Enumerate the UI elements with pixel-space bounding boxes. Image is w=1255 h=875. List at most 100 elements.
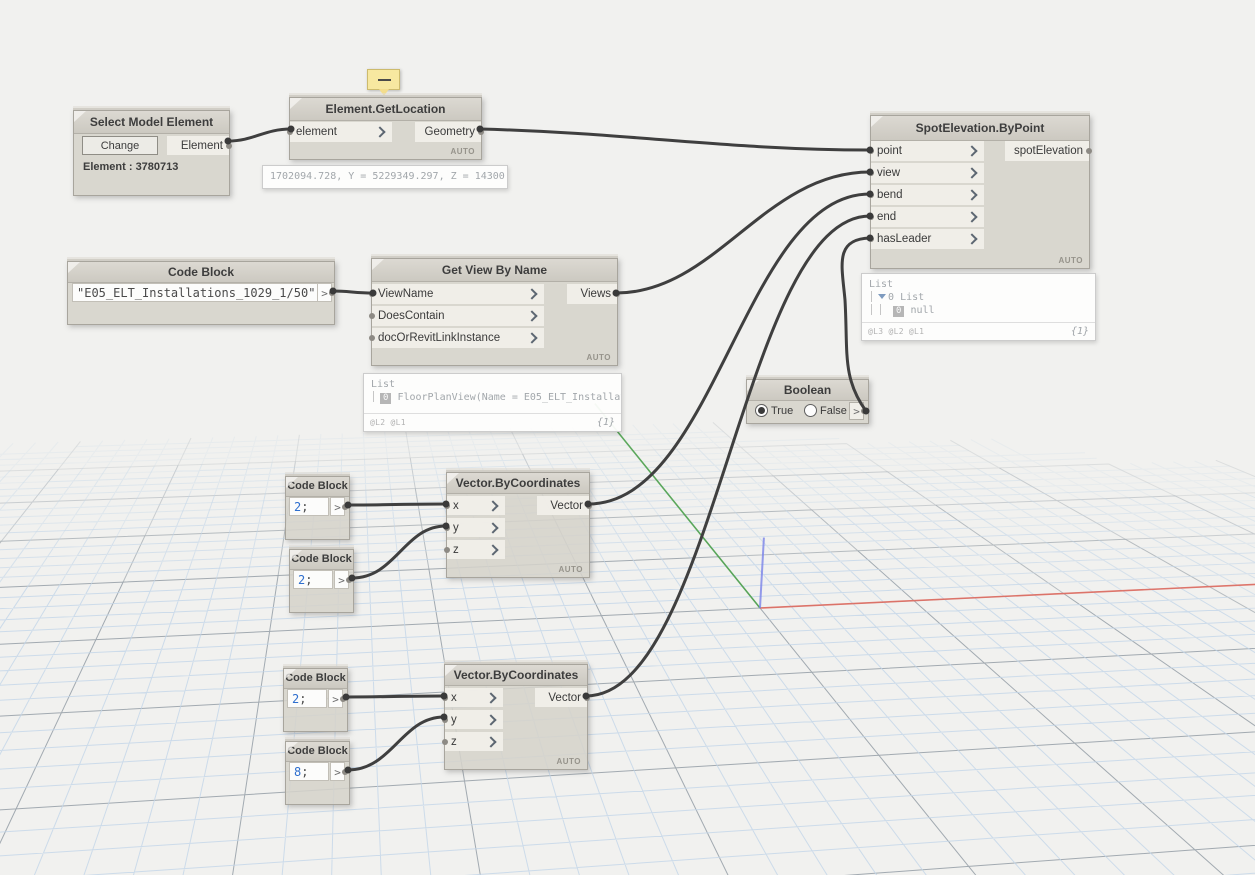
node-title[interactable]: Code Block <box>286 477 349 497</box>
code-input-field[interactable]: "E05_ELT_Installations_1029_1/50"; <box>72 283 318 302</box>
index-badge: 0 <box>893 306 905 317</box>
node-boolean[interactable]: Boolean True False > <box>746 379 869 424</box>
chevron-right-icon <box>487 521 499 534</box>
preview-tree: List 0 FloorPlanView(Name = E05_ELT_Insta… <box>371 379 621 404</box>
node-code-block-viewname[interactable]: Code Block "E05_ELT_Installations_1029_1… <box>67 261 335 325</box>
code-input-field[interactable]: 2; <box>293 570 333 589</box>
input-port-element[interactable]: element <box>287 122 392 142</box>
lacing-label[interactable]: AUTO <box>450 147 475 156</box>
node-title[interactable]: Vector.ByCoordinates <box>447 473 589 494</box>
chevron-right-icon <box>966 211 978 223</box>
radio-true[interactable]: True <box>755 404 793 417</box>
node-title[interactable]: Vector.ByCoordinates <box>445 665 587 686</box>
node-spotelevation-bypoint[interactable]: SpotElevation.ByPoint point view bend en… <box>868 115 1092 269</box>
index-badge: 0 <box>380 393 392 404</box>
output-port-code[interactable]: > <box>334 570 352 589</box>
output-port-code[interactable]: > <box>330 497 348 516</box>
input-port-y[interactable]: y <box>442 710 503 729</box>
tree-pin-icon <box>880 304 881 315</box>
input-port-z[interactable]: z <box>444 540 505 559</box>
warning-note-bubble[interactable] <box>367 69 400 96</box>
canvas[interactable]: Select Model Element Change Element Elem… <box>0 0 1255 875</box>
chevron-right-icon <box>966 167 978 179</box>
lacing-label[interactable]: AUTO <box>586 353 611 362</box>
wire-geometry-to-point[interactable] <box>478 127 872 152</box>
output-port-code[interactable]: > <box>317 283 335 302</box>
tree-pin-icon <box>871 304 872 315</box>
radio-off-icon[interactable] <box>804 404 817 417</box>
tree-pin-icon <box>871 291 872 302</box>
preview-tree: List 0 List 0 null <box>869 279 935 317</box>
wire-code-x2-to-x[interactable] <box>344 694 446 699</box>
chevron-right-icon <box>485 691 497 704</box>
wire-code-y1-to-y[interactable] <box>350 524 448 580</box>
output-port-code[interactable]: > <box>330 762 348 781</box>
input-port-z[interactable]: z <box>442 732 503 751</box>
node-title[interactable]: Code Block <box>284 669 347 689</box>
node-vector-bycoordinates-2[interactable]: Vector.ByCoordinates x y z Vector AUTO <box>442 664 590 770</box>
wire-code-y2-to-y[interactable] <box>346 715 446 772</box>
input-port-y[interactable]: y <box>444 518 505 537</box>
wire-code-to-viewname[interactable] <box>331 289 375 295</box>
output-port-element[interactable]: Element <box>167 136 232 155</box>
output-port-vector[interactable]: Vector <box>535 688 590 707</box>
output-port-views[interactable]: Views <box>567 284 620 304</box>
node-title[interactable]: Get View By Name <box>372 259 617 282</box>
input-port-point[interactable]: point <box>868 141 984 161</box>
node-code-block-x1[interactable]: Code Block 2; > <box>285 476 350 540</box>
node-title[interactable]: Boolean <box>747 380 868 401</box>
wire-vector1-to-bend[interactable] <box>586 192 872 506</box>
node-code-block-y1[interactable]: Code Block 2; > <box>289 549 354 613</box>
chevron-right-icon <box>487 499 499 512</box>
count-label: {1} <box>1070 326 1089 337</box>
node-code-block-y2[interactable]: Code Block 8; > <box>285 741 350 805</box>
node-code-block-x2[interactable]: Code Block 2; > <box>283 668 348 732</box>
input-port-x[interactable]: x <box>444 496 505 515</box>
wire-vector2-to-end[interactable] <box>584 214 872 698</box>
node-title[interactable]: SpotElevation.ByPoint <box>871 116 1089 141</box>
node-title[interactable]: Select Model Element <box>74 111 229 134</box>
output-port-spotelevation[interactable]: spotElevation <box>1005 141 1092 161</box>
code-input-field[interactable]: 2; <box>289 497 329 516</box>
chevron-right-icon <box>485 735 497 748</box>
code-input-field[interactable]: 2; <box>287 689 327 708</box>
preview-bubble-getlocation[interactable]: 1702094.728, Y = 5229349.297, Z = 14300.… <box>262 165 508 189</box>
node-title[interactable]: Code Block <box>286 742 349 762</box>
node-title[interactable]: Code Block <box>68 262 334 283</box>
preview-bubble-getview[interactable]: List 0 FloorPlanView(Name = E05_ELT_Insta… <box>363 373 622 432</box>
wire-code-x1-to-x[interactable] <box>346 502 448 507</box>
input-port-doescontain[interactable]: DoesContain <box>369 306 544 326</box>
output-port-boolean[interactable]: > <box>849 402 867 420</box>
node-element-getlocation[interactable]: Element.GetLocation element Geometry AUT… <box>287 97 484 160</box>
node-get-view-by-name[interactable]: Get View By Name ViewName DoesContain do… <box>369 258 620 366</box>
lacing-label[interactable]: AUTO <box>556 757 581 766</box>
code-input-field[interactable]: 8; <box>289 762 329 781</box>
input-port-view[interactable]: view <box>868 163 984 183</box>
preview-bubble-spotelevation[interactable]: List 0 List 0 null @L3 @L2 @L1 {1} <box>861 273 1096 341</box>
node-vector-bycoordinates-1[interactable]: Vector.ByCoordinates x y z Vector AUTO <box>444 472 592 578</box>
node-select-model-element[interactable]: Select Model Element Change Element Elem… <box>73 110 232 196</box>
chevron-right-icon <box>487 543 499 556</box>
levels-label: @L2 @L1 <box>370 418 406 427</box>
wire-views-to-view[interactable] <box>614 170 872 295</box>
change-button[interactable]: Change <box>82 136 158 155</box>
wire-element-to-getlocation[interactable] <box>226 127 293 143</box>
lacing-label[interactable]: AUTO <box>1058 256 1083 265</box>
radio-false[interactable]: False <box>804 404 847 417</box>
input-port-end[interactable]: end <box>868 207 984 227</box>
input-port-hasleader[interactable]: hasLeader <box>868 229 984 249</box>
input-port-viewname[interactable]: ViewName <box>369 284 544 304</box>
tree-pin-icon <box>373 391 374 402</box>
input-port-x[interactable]: x <box>442 688 503 707</box>
node-title[interactable]: Element.GetLocation <box>290 98 481 121</box>
node-title[interactable]: Code Block <box>290 550 353 570</box>
radio-on-icon[interactable] <box>755 404 768 417</box>
output-port-vector[interactable]: Vector <box>537 496 592 515</box>
chevron-right-icon <box>374 126 386 138</box>
input-port-docorrevitlinkinstance[interactable]: docOrRevitLinkInstance <box>369 328 544 348</box>
output-port-geometry[interactable]: Geometry <box>415 122 484 142</box>
lacing-label[interactable]: AUTO <box>558 565 583 574</box>
output-port-code[interactable]: > <box>328 689 346 708</box>
chevron-right-icon <box>966 145 978 157</box>
input-port-bend[interactable]: bend <box>868 185 984 205</box>
